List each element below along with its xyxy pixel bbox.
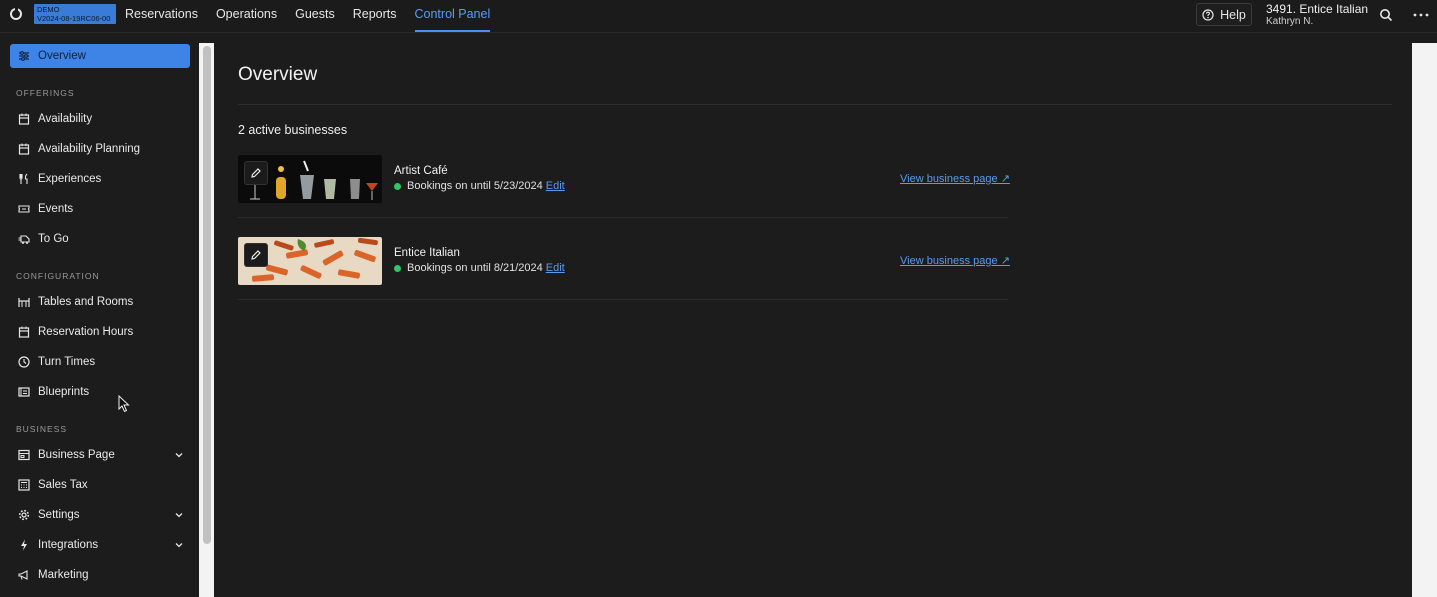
storefront-icon bbox=[18, 449, 30, 461]
row-divider bbox=[238, 299, 1008, 300]
nav-reservations[interactable]: Reservations bbox=[125, 0, 198, 32]
utensils-icon bbox=[19, 173, 28, 184]
page-title: Overview bbox=[238, 64, 318, 85]
nav-control-panel[interactable]: Control Panel bbox=[414, 0, 491, 32]
row-divider bbox=[238, 217, 1008, 218]
sidebar-item-label: Availability bbox=[38, 113, 93, 125]
help-button[interactable]: Help bbox=[1196, 3, 1252, 26]
venue-switcher[interactable]: 3491. Entice Italian Kathryn N. bbox=[1266, 2, 1368, 28]
sidebar-item-label: Availability Planning bbox=[38, 143, 141, 155]
booking-status-text: Bookings on until 5/23/2024 bbox=[407, 180, 543, 192]
search-icon[interactable] bbox=[1379, 8, 1393, 22]
clock-icon bbox=[18, 356, 30, 368]
chevron-down-icon[interactable] bbox=[174, 540, 184, 550]
top-bar: DEMO V2024-08-19RC06-00 Reservations Ope… bbox=[0, 0, 1437, 33]
business-name: Entice Italian bbox=[394, 247, 460, 259]
sidebar-item-label: Events bbox=[38, 203, 74, 215]
delivery-icon bbox=[18, 235, 30, 244]
sidebar-item-label: Overview bbox=[38, 50, 86, 62]
help-label: Help bbox=[1220, 7, 1246, 22]
sidebar: Overview OFFERINGS Availability Availabi… bbox=[0, 33, 200, 597]
nav-guests[interactable]: Guests bbox=[295, 0, 335, 32]
sidebar-item-label: Reservation Hours bbox=[38, 326, 134, 338]
sidebar-item-experiences[interactable]: Experiences bbox=[10, 167, 190, 191]
section-configuration: CONFIGURATION bbox=[16, 271, 100, 281]
sidebar-item-settings[interactable]: Settings bbox=[10, 503, 190, 527]
sidebar-item-label: Blueprints bbox=[38, 386, 90, 398]
sidebar-item-overview[interactable]: Overview bbox=[10, 44, 190, 68]
top-navigation: Reservations Operations Guests Reports C… bbox=[125, 0, 508, 32]
sidebar-item-availability[interactable]: Availability bbox=[10, 107, 190, 131]
sidebar-item-marketing[interactable]: Marketing bbox=[10, 563, 190, 587]
view-business-page-link[interactable]: View business page ↗ bbox=[900, 172, 1010, 185]
sidebar-item-business-page[interactable]: Business Page bbox=[10, 443, 190, 467]
main-content: Overview 2 active businesses Artist Café… bbox=[214, 43, 1412, 597]
chevron-down-icon[interactable] bbox=[174, 510, 184, 520]
blueprint-icon bbox=[18, 387, 30, 397]
edit-booking-link[interactable]: Edit bbox=[546, 180, 565, 192]
booking-status: Bookings on until 5/23/2024 Edit bbox=[394, 180, 565, 192]
pencil-icon bbox=[251, 168, 261, 178]
sidebar-item-to-go[interactable]: To Go bbox=[10, 227, 190, 251]
business-photo[interactable] bbox=[238, 237, 382, 285]
pencil-icon bbox=[251, 250, 261, 260]
venue-name: 3491. Entice Italian bbox=[1266, 2, 1369, 16]
gear-icon bbox=[18, 509, 30, 521]
tables-icon bbox=[18, 298, 30, 307]
sidebar-item-label: Marketing bbox=[38, 569, 89, 581]
business-name: Artist Café bbox=[394, 165, 448, 177]
calendar-icon bbox=[18, 113, 30, 125]
sidebar-item-tables-and-rooms[interactable]: Tables and Rooms bbox=[10, 290, 190, 314]
page-scrollbar[interactable] bbox=[1412, 43, 1437, 597]
sidebar-item-integrations[interactable]: Integrations bbox=[10, 533, 190, 557]
mouse-cursor-icon bbox=[118, 395, 130, 413]
sidebar-item-availability-planning[interactable]: Availability Planning bbox=[10, 137, 190, 161]
calendar-icon bbox=[18, 326, 30, 338]
view-business-page-link[interactable]: View business page ↗ bbox=[900, 254, 1010, 267]
help-circle-icon bbox=[1202, 8, 1214, 21]
more-options-icon[interactable] bbox=[1413, 12, 1429, 18]
sidebar-item-label: Business Page bbox=[38, 449, 115, 461]
status-dot-icon bbox=[394, 264, 401, 272]
sidebar-item-turn-times[interactable]: Turn Times bbox=[10, 350, 190, 374]
business-row-artist-cafe: Artist Café Bookings on until 5/23/2024 … bbox=[238, 155, 1010, 237]
ticket-icon bbox=[18, 205, 30, 213]
edit-photo-button[interactable] bbox=[244, 161, 268, 185]
business-row-entice-italian: Entice Italian Bookings on until 8/21/20… bbox=[238, 237, 1010, 319]
sidebar-item-label: Settings bbox=[38, 509, 80, 521]
edit-booking-link[interactable]: Edit bbox=[546, 262, 565, 274]
app-logo-icon[interactable] bbox=[10, 8, 22, 20]
divider bbox=[238, 104, 1392, 105]
megaphone-icon bbox=[18, 570, 28, 580]
active-businesses-count: 2 active businesses bbox=[238, 123, 348, 137]
demo-version-badge: DEMO V2024-08-19RC06-00 bbox=[34, 4, 116, 24]
sidebar-item-label: Turn Times bbox=[38, 356, 96, 368]
booking-status: Bookings on until 8/21/2024 Edit bbox=[394, 262, 565, 274]
nav-operations[interactable]: Operations bbox=[216, 0, 277, 32]
sidebar-item-reservation-hours[interactable]: Reservation Hours bbox=[10, 320, 190, 344]
user-name: Kathryn N. bbox=[1266, 16, 1314, 27]
sidebar-scrollbar-thumb[interactable] bbox=[203, 46, 211, 544]
section-offerings: OFFERINGS bbox=[16, 88, 75, 98]
sidebar-item-label: Integrations bbox=[38, 539, 99, 551]
section-business: BUSINESS bbox=[16, 424, 67, 434]
sliders-icon bbox=[19, 51, 29, 61]
chevron-down-icon[interactable] bbox=[174, 450, 184, 460]
nav-reports[interactable]: Reports bbox=[353, 0, 397, 32]
sidebar-item-sales-tax[interactable]: Sales Tax bbox=[10, 473, 190, 497]
edit-photo-button[interactable] bbox=[244, 243, 268, 267]
sidebar-item-blueprints[interactable]: Blueprints bbox=[10, 380, 190, 404]
sidebar-item-label: To Go bbox=[38, 233, 69, 245]
calendar-icon bbox=[18, 143, 30, 155]
sidebar-item-label: Sales Tax bbox=[38, 479, 88, 491]
business-photo[interactable] bbox=[238, 155, 382, 203]
booking-status-text: Bookings on until 8/21/2024 bbox=[407, 262, 543, 274]
sidebar-item-label: Experiences bbox=[38, 173, 102, 185]
bolt-icon bbox=[21, 539, 27, 551]
status-dot-icon bbox=[394, 182, 401, 190]
sidebar-item-events[interactable]: Events bbox=[10, 197, 190, 221]
calculator-icon bbox=[18, 479, 30, 491]
sidebar-item-label: Tables and Rooms bbox=[38, 296, 134, 308]
